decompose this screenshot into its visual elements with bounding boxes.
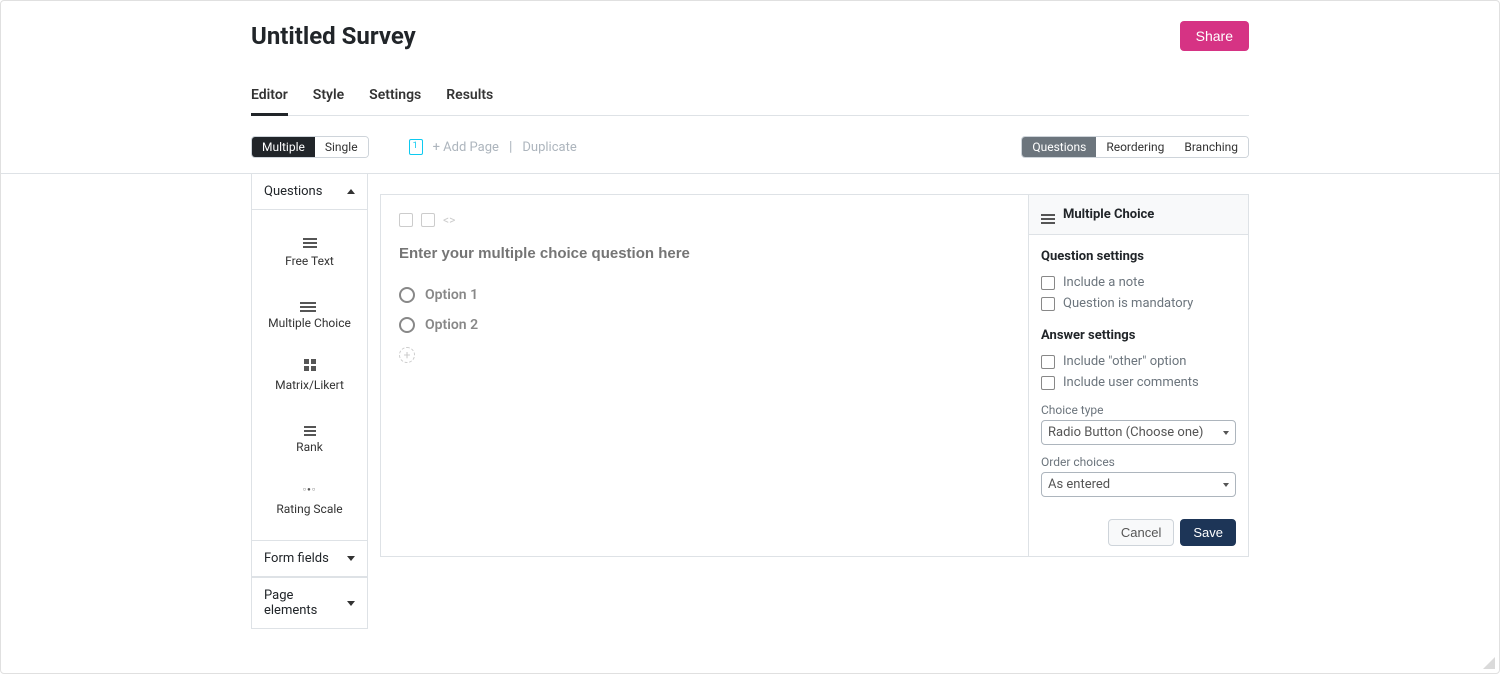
palette-rank[interactable]: Rank xyxy=(252,406,367,468)
sidebar-section-label: Questions xyxy=(264,184,322,199)
choice-type-label: Choice type xyxy=(1041,403,1236,417)
duplicate-link[interactable]: Duplicate xyxy=(522,140,576,155)
include-note-label: Include a note xyxy=(1063,275,1144,290)
include-other-label: Include "other" option xyxy=(1063,354,1186,369)
page-mode-single[interactable]: Single xyxy=(315,137,368,157)
palette-multiple-choice[interactable]: Multiple Choice xyxy=(252,282,367,344)
video-icon[interactable] xyxy=(421,213,435,227)
palette-free-text[interactable]: Free Text xyxy=(252,220,367,282)
tab-style[interactable]: Style xyxy=(313,77,344,116)
mandatory-label: Question is mandatory xyxy=(1063,296,1193,311)
view-toggle: Questions Reordering Branching xyxy=(1021,136,1249,158)
choice-type-select[interactable]: Radio Button (Choose one) xyxy=(1041,420,1236,445)
page-mode-toggle: Multiple Single xyxy=(251,136,369,158)
order-choices-select[interactable]: As entered xyxy=(1041,472,1236,497)
matrix-icon xyxy=(302,358,318,372)
image-icon[interactable] xyxy=(399,213,413,227)
page-mode-multiple[interactable]: Multiple xyxy=(252,137,315,157)
page-icon[interactable] xyxy=(409,139,423,155)
sidebar-section-form-fields[interactable]: Form fields xyxy=(252,540,367,577)
palette-rating-scale[interactable]: Rating Scale xyxy=(252,468,367,530)
list-icon xyxy=(1041,214,1055,216)
chevron-down-icon xyxy=(347,556,355,561)
radio-icon xyxy=(399,287,415,303)
palette-matrix-likert[interactable]: Matrix/Likert xyxy=(252,344,367,406)
mandatory-checkbox[interactable] xyxy=(1041,297,1055,311)
settings-panel-header: Multiple Choice xyxy=(1029,195,1248,235)
include-comments-checkbox[interactable] xyxy=(1041,376,1055,390)
view-questions[interactable]: Questions xyxy=(1022,137,1096,157)
element-sidebar: Questions Free Text Multiple Choice Matr… xyxy=(251,174,368,629)
cancel-button[interactable]: Cancel xyxy=(1108,519,1174,546)
main-tabs: Editor Style Settings Results xyxy=(251,76,1249,116)
multiple-choice-icon xyxy=(302,296,318,310)
answer-settings-heading: Answer settings xyxy=(1041,328,1236,343)
survey-title[interactable]: Untitled Survey xyxy=(251,22,416,50)
free-text-icon xyxy=(302,234,318,248)
tab-editor[interactable]: Editor xyxy=(251,77,288,116)
option-text[interactable]: Option 1 xyxy=(425,287,478,303)
sidebar-section-questions[interactable]: Questions xyxy=(252,174,367,210)
question-text-input[interactable] xyxy=(399,245,1010,262)
include-other-checkbox[interactable] xyxy=(1041,355,1055,369)
resize-handle-icon[interactable] xyxy=(1483,657,1495,669)
chevron-down-icon xyxy=(347,601,355,606)
option-row[interactable]: Option 1 xyxy=(399,287,1010,303)
add-option-button[interactable]: + xyxy=(399,347,415,363)
share-button[interactable]: Share xyxy=(1180,21,1249,51)
tab-settings[interactable]: Settings xyxy=(369,77,421,116)
question-card: <> Option 1 Option 2 + xyxy=(380,194,1249,557)
sidebar-section-page-elements[interactable]: Page elements xyxy=(252,577,367,628)
question-media-row: <> xyxy=(399,213,1010,227)
radio-icon xyxy=(399,317,415,333)
option-text[interactable]: Option 2 xyxy=(425,317,478,333)
option-row[interactable]: Option 2 xyxy=(399,317,1010,333)
sidebar-section-label: Form fields xyxy=(264,551,329,566)
tab-results[interactable]: Results xyxy=(446,77,493,116)
rating-scale-icon xyxy=(302,482,318,496)
sidebar-section-label: Page elements xyxy=(264,588,347,618)
include-comments-label: Include user comments xyxy=(1063,375,1199,390)
view-reordering[interactable]: Reordering xyxy=(1096,137,1174,157)
add-page-link[interactable]: + Add Page xyxy=(433,140,499,155)
view-branching[interactable]: Branching xyxy=(1174,137,1248,157)
rank-icon xyxy=(302,420,318,434)
include-note-checkbox[interactable] xyxy=(1041,276,1055,290)
code-icon[interactable]: <> xyxy=(443,213,455,227)
chevron-up-icon xyxy=(347,189,355,194)
question-settings-heading: Question settings xyxy=(1041,249,1236,264)
order-choices-label: Order choices xyxy=(1041,455,1236,469)
save-button[interactable]: Save xyxy=(1180,519,1236,546)
